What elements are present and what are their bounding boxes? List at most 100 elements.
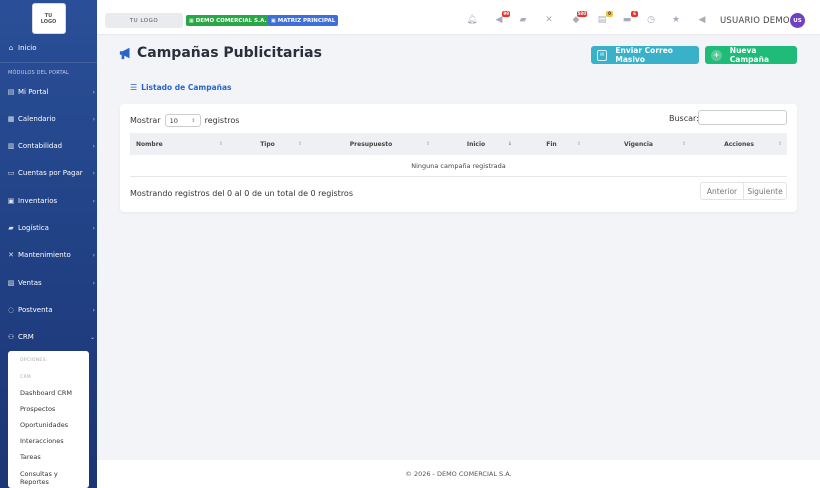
page-length-control: Mostrar 10 ⇕ registros [130, 114, 239, 127]
sidebar-item-mi-portal[interactable]: ▤ Mi Portal › [0, 84, 97, 100]
column-header-inicio[interactable]: Inicio ↓ [435, 133, 517, 155]
new-campaign-button[interactable]: + Nueva Campaña [705, 46, 797, 64]
tools-icon: ✕ [8, 251, 14, 259]
user-alert-icon[interactable]: ◆ 580 [570, 11, 587, 26]
money-icon: ▭ [7, 169, 15, 177]
next-page-button[interactable]: Siguiente [743, 183, 786, 199]
submenu-item-tareas[interactable]: Tareas [20, 453, 41, 461]
sidebar-item-label: Inicio [18, 44, 37, 52]
topbar: TU LOGO ▦ DEMO COMERCIAL S.A. ▣ MATRIZ P… [97, 0, 820, 34]
sort-icon: ⇕ [297, 141, 302, 147]
bullhorn-icon [119, 47, 130, 60]
list-title-label: Listado de Campañas [141, 83, 232, 92]
sort-icon: ⇕ [218, 141, 223, 147]
column-header-fin[interactable]: Fin ⇕ [517, 133, 586, 155]
topbar-logo[interactable]: TU LOGO [105, 13, 183, 28]
sidebar-item-label: Mantenimiento [18, 251, 71, 259]
sort-icon: ⇕ [576, 141, 581, 147]
submenu-heading-crm: CRM [20, 375, 32, 380]
column-label: Presupuesto [349, 140, 393, 148]
ledger-icon: ▥ [7, 142, 15, 150]
column-header-vigencia[interactable]: Vigencia ⇕ [586, 133, 691, 155]
table-info: Mostrando registros del 0 al 0 de un tot… [130, 189, 353, 198]
page-length-select[interactable]: 10 ⇕ [164, 114, 201, 127]
sidebar-item-home[interactable]: ⌂ Inicio [0, 40, 97, 56]
branch-badge[interactable]: ▣ MATRIZ PRINCIPAL [268, 15, 339, 26]
search-input[interactable] [698, 110, 787, 125]
crm-submenu: OPCIONES: CRM Dashboard CRM Prospectos O… [8, 351, 89, 488]
envelope-icon: ✉ [597, 49, 608, 61]
sidebar-item-label: Postventa [18, 306, 53, 314]
submenu-item-prospectos[interactable]: Prospectos [20, 405, 55, 413]
pagination: Anterior Siguiente [700, 182, 787, 200]
sidebar-item-cuentas-por-pagar[interactable]: ▭ Cuentas por Pagar › [0, 165, 97, 181]
submenu-item-interacciones[interactable]: Interacciones [20, 437, 64, 445]
sort-desc-icon: ↓ [507, 141, 512, 147]
chevron-right-icon: › [92, 251, 95, 259]
bell-icon[interactable]: 🔔︎ [466, 14, 478, 26]
page-title: Campañas Publicitarias [137, 45, 322, 61]
boxes-icon: ▣ [7, 197, 15, 205]
table-empty-row: Ninguna campaña registrada [130, 155, 787, 177]
sidebar-item-label: CRM [18, 333, 34, 341]
megaphone-icon[interactable]: ◀ 99 [493, 11, 510, 26]
sort-icon: ⇕ [425, 141, 430, 147]
sidebar-item-calendario[interactable]: ▦ Calendario › [0, 111, 97, 127]
star-icon[interactable]: ★ [670, 14, 682, 26]
chevron-right-icon: › [92, 142, 95, 150]
clock-icon[interactable]: ◷ [645, 14, 657, 26]
truck-icon[interactable]: ▰ [517, 14, 529, 26]
sidebar-item-label: Ventas [18, 279, 42, 287]
plus-circle-icon: + [711, 49, 722, 61]
previous-page-button[interactable]: Anterior [701, 183, 743, 199]
column-label: Acciones [724, 140, 754, 148]
notification-count: 0 [606, 11, 613, 17]
column-header-acciones[interactable]: Acciones ⇕ [691, 133, 787, 155]
bullhorn-icon[interactable]: ◀ [696, 14, 708, 26]
avatar[interactable]: US [790, 13, 805, 28]
submenu-item-consultas-reportes[interactable]: Consultas y Reportes [20, 470, 70, 486]
sidebar-item-mantenimiento[interactable]: ✕ Mantenimiento › [0, 247, 97, 263]
column-label: Inicio [466, 140, 486, 148]
branch-badge-label: MATRIZ PRINCIPAL [277, 17, 336, 24]
chevron-right-icon: › [92, 115, 95, 123]
column-label: Tipo [260, 140, 275, 148]
chevron-right-icon: › [92, 197, 95, 205]
company-badge[interactable]: ▦ DEMO COMERCIAL S.A. [186, 15, 270, 26]
sidebar-item-inventarios[interactable]: ▣ Inventarios › [0, 193, 97, 209]
sidebar-item-crm[interactable]: ⚇ CRM ⌄ [0, 329, 97, 345]
chevron-right-icon: › [92, 169, 95, 177]
truck-icon: ▰ [8, 224, 14, 232]
tools-icon[interactable]: ✕ [543, 14, 555, 26]
mass-email-button-label: Enviar Correo Masivo [615, 46, 673, 64]
sidebar-logo[interactable]: TU LOGO [31, 3, 66, 34]
column-header-presupuesto[interactable]: Presupuesto ⇕ [307, 133, 435, 155]
column-header-nombre[interactable]: Nombre ⇕ [130, 133, 228, 155]
sidebar-item-label: Mi Portal [18, 88, 49, 96]
sidebar-item-logistica[interactable]: ▰ Logística › [0, 220, 97, 236]
sidebar-item-contabilidad[interactable]: ▥ Contabilidad › [0, 138, 97, 154]
submenu-item-oportunidades[interactable]: Oportunidades [20, 421, 68, 429]
page-header: Campañas Publicitarias [119, 45, 322, 61]
inbox-icon[interactable]: ▤ 0 [596, 11, 613, 26]
home-icon: ⌂ [8, 44, 14, 52]
sort-icon: ⇕ [777, 141, 782, 147]
sidebar-item-postventa[interactable]: ◌ Postventa › [0, 302, 97, 318]
column-header-tipo[interactable]: Tipo ⇕ [228, 133, 307, 155]
store-icon: ▣ [271, 17, 276, 24]
logo-line-2: LOGO [40, 18, 57, 25]
sidebar-item-ventas[interactable]: ▨ Ventas › [0, 275, 97, 291]
user-name[interactable]: USUARIO DEMO [720, 16, 790, 26]
chat-icon[interactable]: ▬ 6 [621, 11, 638, 26]
sidebar-item-label: Contabilidad [18, 142, 63, 150]
submenu-item-dashboard-crm[interactable]: Dashboard CRM [20, 389, 72, 397]
sidebar-logo-wrap: TU LOGO [0, 0, 97, 34]
mass-email-button[interactable]: ✉ Enviar Correo Masivo [591, 46, 699, 64]
list-title: ☰ Listado de Campañas [130, 83, 232, 92]
notification-count: 99 [502, 11, 510, 17]
submenu-heading-options: OPCIONES: [20, 358, 48, 363]
chevron-right-icon: › [92, 88, 95, 96]
column-label: Fin [546, 140, 557, 148]
campaigns-card: Mostrar 10 ⇕ registros Buscar: Nombre ⇕ T… [120, 104, 797, 212]
show-label: Mostrar [130, 116, 161, 125]
